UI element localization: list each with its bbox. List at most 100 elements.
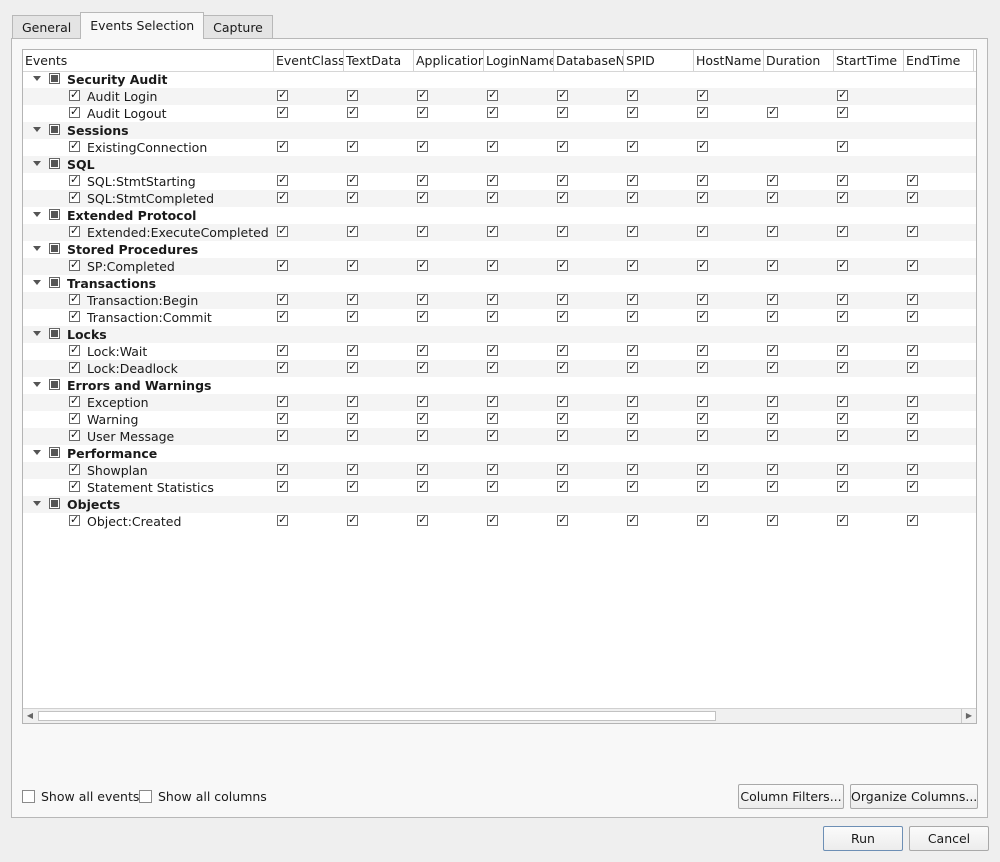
column-checkbox-applicationname[interactable]: ✓ <box>417 412 428 424</box>
category-checkbox[interactable] <box>49 447 60 458</box>
category-checkbox[interactable] <box>49 124 60 135</box>
column-checkbox-loginname[interactable]: ✓ <box>487 259 498 271</box>
column-checkbox-applicationname[interactable]: ✓ <box>417 259 428 271</box>
category-checkbox[interactable] <box>49 243 60 254</box>
expand-arrow-icon[interactable] <box>33 212 41 217</box>
tab-general[interactable]: General <box>12 15 82 39</box>
expand-arrow-icon[interactable] <box>33 501 41 506</box>
column-checkbox-endtime[interactable]: ✓ <box>907 293 918 305</box>
column-checkbox-eventclass[interactable]: ✓ <box>277 293 288 305</box>
event-row-object-created[interactable]: ✓ Object:Created ✓ ✓ ✓ ✓ ✓ ✓ ✓ ✓ ✓ ✓ <box>23 513 976 530</box>
column-header-starttime[interactable]: StartTime <box>834 50 904 71</box>
category-row-stored-procedures[interactable]: Stored Procedures <box>23 241 976 258</box>
column-checkbox-eventclass[interactable]: ✓ <box>277 225 288 237</box>
column-checkbox-hostname[interactable]: ✓ <box>697 225 708 237</box>
column-checkbox-textdata[interactable]: ✓ <box>347 259 358 271</box>
event-row-audit-logout[interactable]: ✓ Audit Logout ✓ ✓ ✓ ✓ ✓ ✓ ✓ ✓ ✓ <box>23 105 976 122</box>
category-checkbox[interactable] <box>49 379 60 390</box>
event-checkbox[interactable]: ✓ <box>69 174 80 186</box>
column-checkbox-applicationname[interactable]: ✓ <box>417 463 428 475</box>
column-checkbox-loginname[interactable]: ✓ <box>487 480 498 492</box>
event-checkbox[interactable]: ✓ <box>69 514 80 526</box>
column-checkbox-eventclass[interactable]: ✓ <box>277 344 288 356</box>
column-checkbox-textdata[interactable]: ✓ <box>347 140 358 152</box>
column-filters-button[interactable]: Column Filters... <box>738 784 844 809</box>
column-checkbox-spid[interactable]: ✓ <box>627 225 638 237</box>
category-checkbox[interactable] <box>49 498 60 509</box>
show-all-events-checkbox[interactable]: Show all events <box>22 789 139 804</box>
column-checkbox-databasename[interactable]: ✓ <box>557 463 568 475</box>
show-all-columns-checkbox[interactable]: Show all columns <box>139 789 267 804</box>
column-checkbox-spid[interactable]: ✓ <box>627 344 638 356</box>
column-checkbox-duration[interactable]: ✓ <box>767 259 778 271</box>
column-checkbox-loginname[interactable]: ✓ <box>487 514 498 526</box>
event-row-lock-wait[interactable]: ✓ Lock:Wait ✓ ✓ ✓ ✓ ✓ ✓ ✓ ✓ ✓ ✓ <box>23 343 976 360</box>
event-checkbox[interactable]: ✓ <box>69 293 80 305</box>
column-checkbox-spid[interactable]: ✓ <box>627 293 638 305</box>
column-checkbox-hostname[interactable]: ✓ <box>697 344 708 356</box>
column-checkbox-applicationname[interactable]: ✓ <box>417 395 428 407</box>
column-checkbox-applicationname[interactable]: ✓ <box>417 174 428 186</box>
column-checkbox-duration[interactable]: ✓ <box>767 293 778 305</box>
column-checkbox-databasename[interactable]: ✓ <box>557 344 568 356</box>
run-button[interactable]: Run <box>823 826 903 851</box>
event-checkbox[interactable]: ✓ <box>69 259 80 271</box>
column-checkbox-databasename[interactable]: ✓ <box>557 514 568 526</box>
event-row-user-message[interactable]: ✓ User Message ✓ ✓ ✓ ✓ ✓ ✓ ✓ ✓ ✓ ✓ <box>23 428 976 445</box>
event-checkbox[interactable]: ✓ <box>69 89 80 101</box>
column-checkbox-textdata[interactable]: ✓ <box>347 310 358 322</box>
column-checkbox-textdata[interactable]: ✓ <box>347 293 358 305</box>
event-row-warning[interactable]: ✓ Warning ✓ ✓ ✓ ✓ ✓ ✓ ✓ ✓ ✓ ✓ <box>23 411 976 428</box>
show-all-columns-box[interactable] <box>139 790 152 803</box>
column-checkbox-databasename[interactable]: ✓ <box>557 429 568 441</box>
column-checkbox-eventclass[interactable]: ✓ <box>277 140 288 152</box>
column-checkbox-loginname[interactable]: ✓ <box>487 89 498 101</box>
column-checkbox-applicationname[interactable]: ✓ <box>417 344 428 356</box>
column-checkbox-spid[interactable]: ✓ <box>627 480 638 492</box>
event-row-lock-deadlock[interactable]: ✓ Lock:Deadlock ✓ ✓ ✓ ✓ ✓ ✓ ✓ ✓ ✓ ✓ <box>23 360 976 377</box>
column-checkbox-databasename[interactable]: ✓ <box>557 89 568 101</box>
column-checkbox-duration[interactable]: ✓ <box>767 514 778 526</box>
column-header-events[interactable]: Events <box>23 50 274 71</box>
column-checkbox-eventclass[interactable]: ✓ <box>277 89 288 101</box>
column-checkbox-spid[interactable]: ✓ <box>627 310 638 322</box>
column-checkbox-databasename[interactable]: ✓ <box>557 480 568 492</box>
column-checkbox-starttime[interactable]: ✓ <box>837 463 848 475</box>
column-checkbox-duration[interactable]: ✓ <box>767 191 778 203</box>
event-row-existingconnection[interactable]: ✓ ExistingConnection ✓ ✓ ✓ ✓ ✓ ✓ ✓ ✓ <box>23 139 976 156</box>
column-checkbox-starttime[interactable]: ✓ <box>837 106 848 118</box>
event-row-sql-stmtstarting[interactable]: ✓ SQL:StmtStarting ✓ ✓ ✓ ✓ ✓ ✓ ✓ ✓ ✓ ✓ <box>23 173 976 190</box>
expand-arrow-icon[interactable] <box>33 246 41 251</box>
column-checkbox-applicationname[interactable]: ✓ <box>417 361 428 373</box>
column-checkbox-applicationname[interactable]: ✓ <box>417 310 428 322</box>
expand-arrow-icon[interactable] <box>33 280 41 285</box>
column-checkbox-loginname[interactable]: ✓ <box>487 344 498 356</box>
scroll-right-icon[interactable]: ▶ <box>961 709 976 723</box>
column-checkbox-hostname[interactable]: ✓ <box>697 259 708 271</box>
column-checkbox-eventclass[interactable]: ✓ <box>277 429 288 441</box>
column-checkbox-databasename[interactable]: ✓ <box>557 259 568 271</box>
event-checkbox[interactable]: ✓ <box>69 310 80 322</box>
category-row-performance[interactable]: Performance <box>23 445 976 462</box>
column-checkbox-spid[interactable]: ✓ <box>627 463 638 475</box>
column-checkbox-textdata[interactable]: ✓ <box>347 514 358 526</box>
column-checkbox-textdata[interactable]: ✓ <box>347 89 358 101</box>
column-checkbox-endtime[interactable]: ✓ <box>907 191 918 203</box>
expand-arrow-icon[interactable] <box>33 127 41 132</box>
column-checkbox-starttime[interactable]: ✓ <box>837 191 848 203</box>
category-row-extended-protocol[interactable]: Extended Protocol <box>23 207 976 224</box>
column-checkbox-eventclass[interactable]: ✓ <box>277 480 288 492</box>
column-checkbox-databasename[interactable]: ✓ <box>557 140 568 152</box>
column-checkbox-spid[interactable]: ✓ <box>627 140 638 152</box>
column-checkbox-applicationname[interactable]: ✓ <box>417 514 428 526</box>
column-checkbox-hostname[interactable]: ✓ <box>697 480 708 492</box>
column-checkbox-applicationname[interactable]: ✓ <box>417 293 428 305</box>
column-checkbox-databasename[interactable]: ✓ <box>557 293 568 305</box>
column-checkbox-endtime[interactable]: ✓ <box>907 259 918 271</box>
column-header-overflow[interactable] <box>974 50 976 71</box>
column-checkbox-hostname[interactable]: ✓ <box>697 361 708 373</box>
column-checkbox-endtime[interactable]: ✓ <box>907 361 918 373</box>
column-checkbox-eventclass[interactable]: ✓ <box>277 310 288 322</box>
column-checkbox-starttime[interactable]: ✓ <box>837 225 848 237</box>
column-checkbox-spid[interactable]: ✓ <box>627 429 638 441</box>
